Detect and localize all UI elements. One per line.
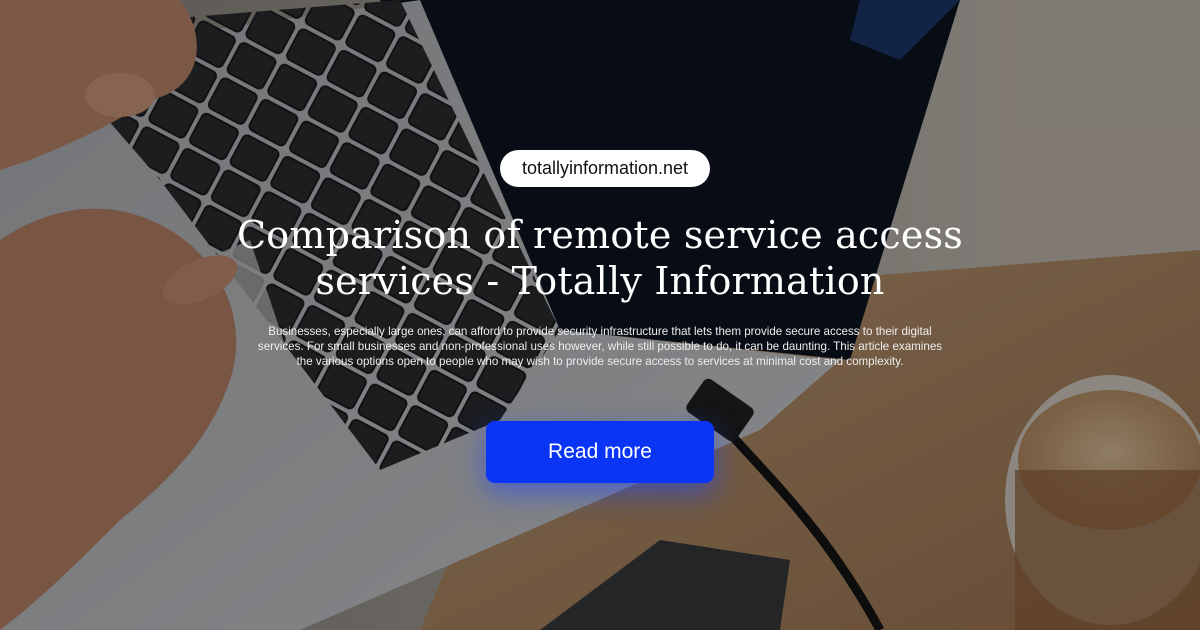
read-more-button[interactable]: Read more [486, 421, 714, 483]
site-domain-badge[interactable]: totallyinformation.net [500, 150, 710, 187]
card-content: totallyinformation.net Comparison of rem… [0, 0, 1200, 630]
article-title: Comparison of remote service access serv… [237, 213, 963, 303]
article-description: Businesses, especially large ones, can a… [257, 325, 943, 368]
site-domain-label: totallyinformation.net [521, 158, 689, 178]
read-more-label: Read more [548, 440, 652, 463]
